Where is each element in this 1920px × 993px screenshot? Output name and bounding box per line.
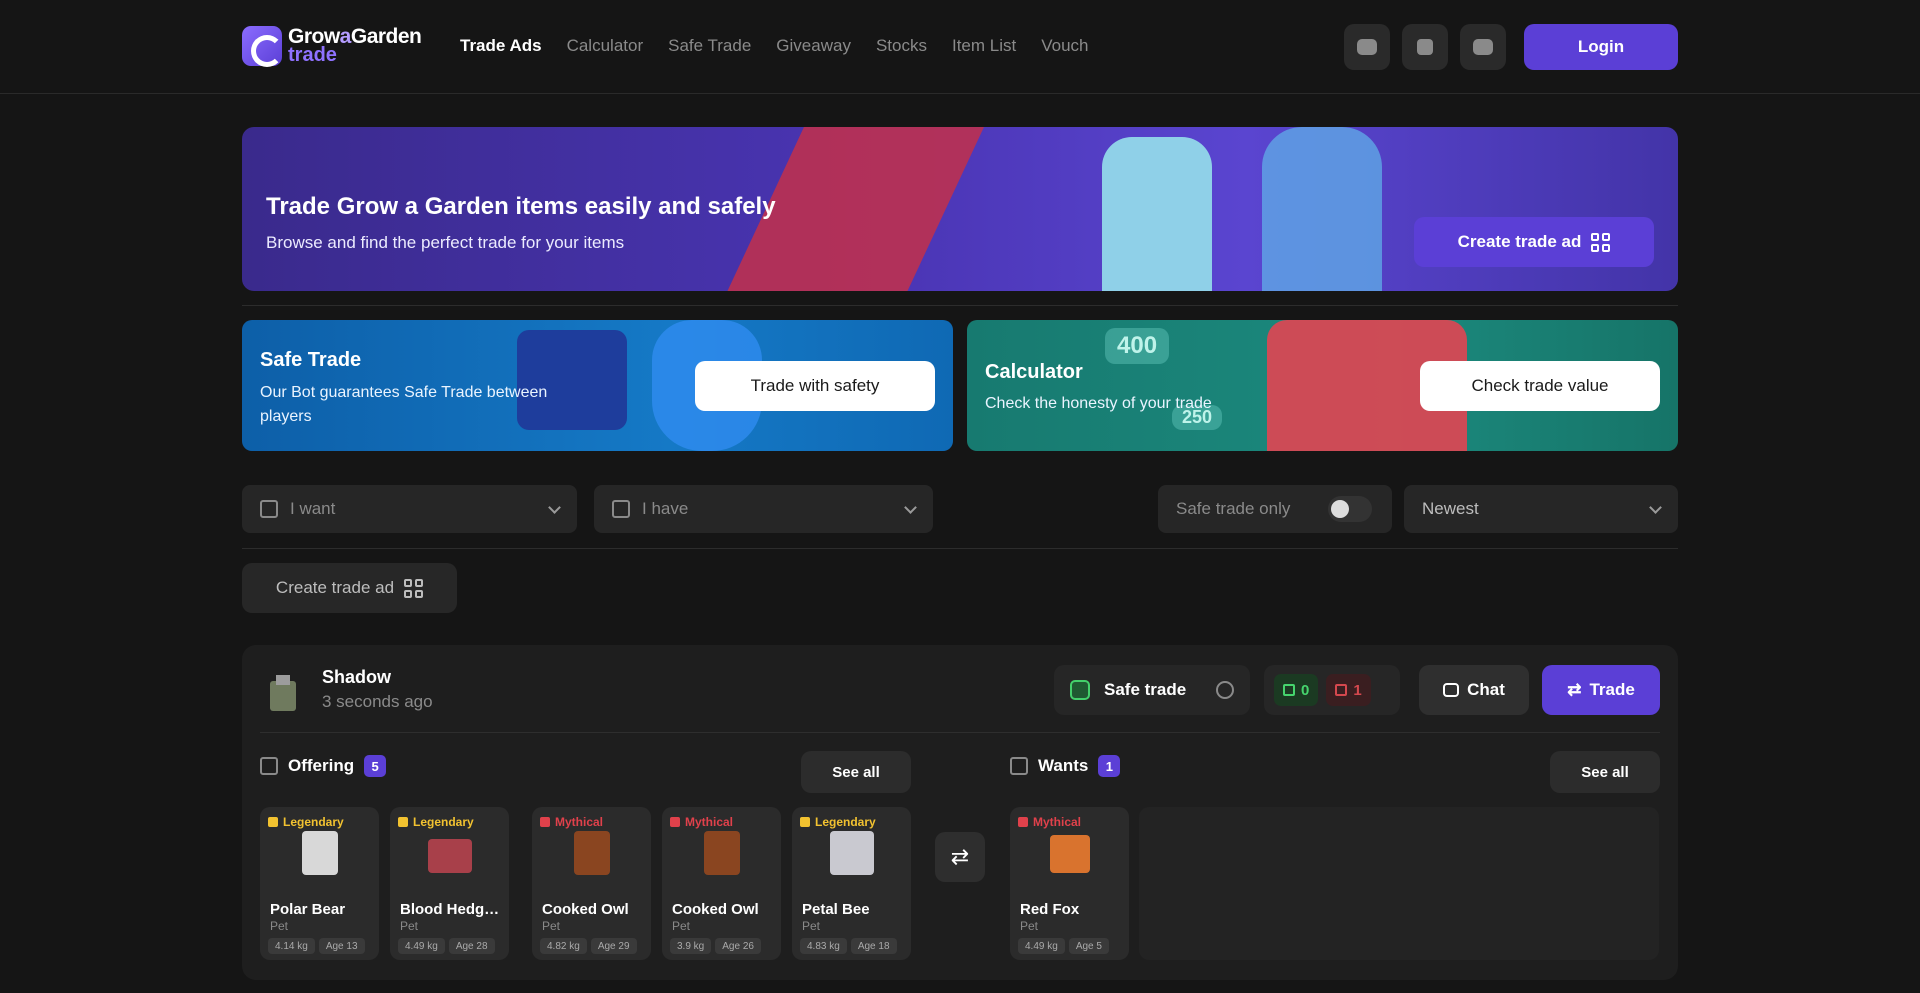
red-fox-sprite xyxy=(1050,835,1090,873)
nav-vouch[interactable]: Vouch xyxy=(1041,36,1088,56)
downvote-button[interactable]: 1 xyxy=(1326,674,1371,706)
thumbs-up-icon xyxy=(1283,684,1295,696)
upvote-button[interactable]: 0 xyxy=(1274,674,1319,706)
i-want-select[interactable]: I want xyxy=(242,485,577,533)
divider xyxy=(260,732,1660,733)
divider xyxy=(242,548,1678,549)
chevron-down-icon xyxy=(548,501,561,514)
wants-count-badge: 1 xyxy=(1098,755,1121,777)
calculator-card: 400 250 Calculator Check the honesty of … xyxy=(967,320,1678,451)
chat-icon xyxy=(1443,683,1460,697)
nav-calculator[interactable]: Calculator xyxy=(567,36,644,56)
box-icon xyxy=(260,757,278,775)
create-trade-ad-button[interactable]: Create trade ad xyxy=(242,563,457,613)
trade-with-safety-button[interactable]: Trade with safety xyxy=(695,361,935,411)
calculator-subtitle: Check the honesty of your trade xyxy=(985,395,1212,412)
wants-empty-slot xyxy=(1139,807,1659,960)
logo[interactable]: GrowaGarden trade xyxy=(242,26,422,67)
discord-button[interactable] xyxy=(1344,24,1390,70)
i-have-select[interactable]: I have xyxy=(594,485,933,533)
safe-trade-title: Safe Trade xyxy=(260,349,362,371)
nav-trade-ads[interactable]: Trade Ads xyxy=(460,36,542,56)
cooked-owl-sprite xyxy=(704,831,740,875)
safe-trade-only-toggle[interactable] xyxy=(1328,496,1372,522)
item-card[interactable]: Mythical Cooked Owl Pet 4.82 kg Age 29 xyxy=(532,807,651,960)
value-chip: 400 xyxy=(1105,328,1170,364)
trade-button[interactable]: ⇄ Trade xyxy=(1542,665,1660,715)
item-card[interactable]: Legendary Polar Bear Pet 4.14 kg Age 13 xyxy=(260,807,379,960)
safe-trade-card: Safe Trade Our Bot guarantees Safe Trade… xyxy=(242,320,953,451)
thumbs-down-icon xyxy=(1335,684,1348,696)
chat-button[interactable]: Chat xyxy=(1419,665,1529,715)
hero-create-trade-ad-button[interactable]: Create trade ad xyxy=(1414,217,1654,267)
nav-item-list[interactable]: Item List xyxy=(952,36,1016,56)
polar-bear-sprite xyxy=(302,831,338,875)
cooked-owl-sprite xyxy=(574,831,610,875)
youtube-button[interactable] xyxy=(1460,24,1506,70)
add-grid-icon xyxy=(404,578,424,598)
blood-hedgehog-sprite xyxy=(428,839,472,873)
calculator-title: Calculator xyxy=(985,361,1083,383)
youtube-icon xyxy=(1473,39,1493,55)
hero-subtitle: Browse and find the perfect trade for yo… xyxy=(266,233,625,252)
trade-ad-card: Shadow 3 seconds ago Safe trade 0 1 Chat… xyxy=(242,645,1678,980)
vote-group: 0 1 xyxy=(1264,665,1400,715)
petal-bee-sprite xyxy=(830,831,874,875)
box-icon xyxy=(612,500,630,518)
swap-icon: ⇄ xyxy=(1567,680,1582,699)
avatar[interactable] xyxy=(270,675,296,711)
box-icon xyxy=(1010,757,1028,775)
offering-count-badge: 5 xyxy=(364,755,387,777)
top-header: GrowaGarden trade Trade Ads Calculator S… xyxy=(0,0,1920,94)
check-trade-value-button[interactable]: Check trade value xyxy=(1420,361,1660,411)
chevron-down-icon xyxy=(904,501,917,514)
info-icon[interactable] xyxy=(1216,681,1234,699)
safe-trade-badge: Safe trade xyxy=(1054,665,1250,715)
item-card[interactable]: Mythical Red Fox Pet 4.49 kg Age 5 xyxy=(1010,807,1129,960)
add-grid-icon xyxy=(1591,232,1611,252)
post-time: 3 seconds ago xyxy=(322,692,433,711)
divider xyxy=(242,305,1678,306)
swap-icon: ⇄ xyxy=(935,832,985,882)
wants-header: Wants 1 xyxy=(1010,755,1121,777)
hero-art xyxy=(1262,127,1382,291)
hero-art xyxy=(1102,137,1212,291)
main-nav: Trade Ads Calculator Safe Trade Giveaway… xyxy=(460,36,1088,56)
offering-see-all-button[interactable]: See all xyxy=(801,751,911,793)
instagram-icon xyxy=(1417,39,1433,55)
logo-icon xyxy=(242,26,283,67)
item-card[interactable]: Legendary Petal Bee Pet 4.83 kg Age 18 xyxy=(792,807,911,960)
item-card[interactable]: Mythical Cooked Owl Pet 3.9 kg Age 26 xyxy=(662,807,781,960)
discord-icon xyxy=(1357,39,1377,55)
username[interactable]: Shadow xyxy=(322,667,391,688)
nav-safe-trade[interactable]: Safe Trade xyxy=(668,36,751,56)
wants-see-all-button[interactable]: See all xyxy=(1550,751,1660,793)
offering-header: Offering 5 xyxy=(260,755,387,777)
box-icon xyxy=(260,500,278,518)
chevron-down-icon xyxy=(1649,501,1662,514)
instagram-button[interactable] xyxy=(1402,24,1448,70)
nav-stocks[interactable]: Stocks xyxy=(876,36,927,56)
nav-giveaway[interactable]: Giveaway xyxy=(776,36,851,56)
hero-title: Trade Grow a Garden items easily and saf… xyxy=(266,193,776,220)
hero-banner: Trade Grow a Garden items easily and saf… xyxy=(242,127,1678,291)
safe-trade-subtitle: Our Bot guarantees Safe Trade between pl… xyxy=(260,384,548,425)
login-button[interactable]: Login xyxy=(1524,24,1678,70)
item-card[interactable]: Legendary Blood Hedgehog Pet 4.49 kgAge … xyxy=(390,807,509,960)
sort-select[interactable]: Newest xyxy=(1404,485,1678,533)
shield-check-icon xyxy=(1070,680,1090,700)
